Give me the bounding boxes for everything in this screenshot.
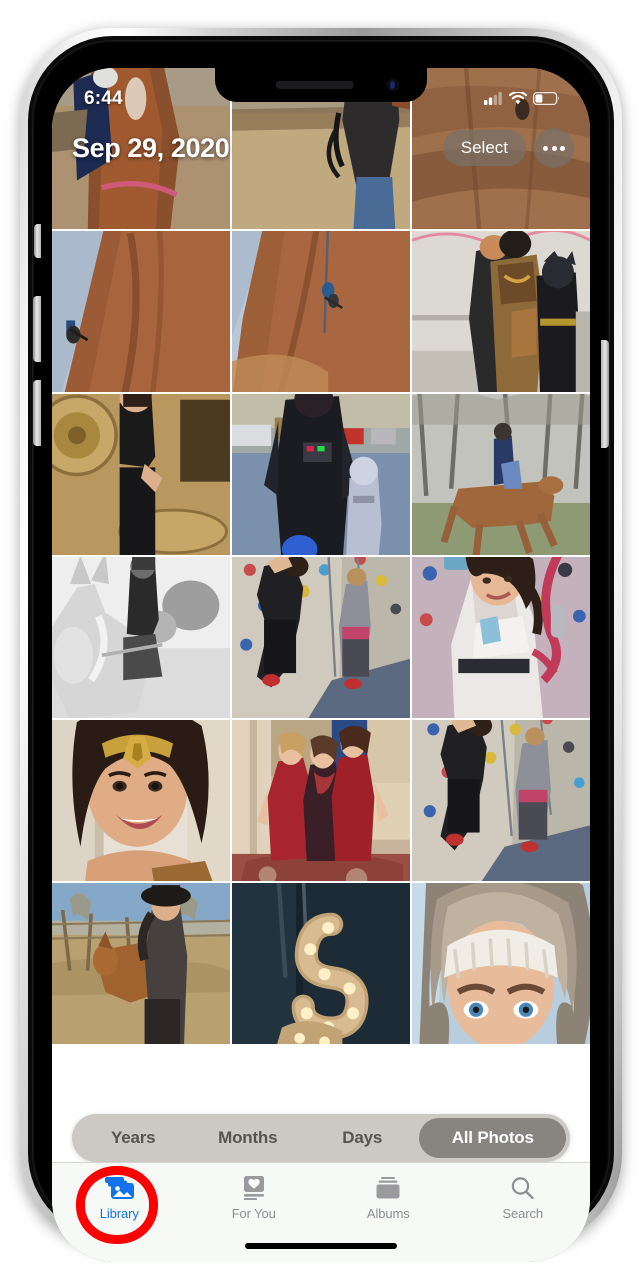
- phone-screen: 6:44 Sep 29, 2020 Select Years Months Da…: [52, 68, 590, 1262]
- photo-grid[interactable]: [52, 68, 590, 1262]
- tab-search[interactable]: Search: [456, 1174, 591, 1221]
- search-icon: [510, 1174, 535, 1202]
- more-options-button[interactable]: [534, 128, 574, 168]
- tab-albums[interactable]: Albums: [321, 1174, 456, 1221]
- front-camera-icon: [387, 79, 399, 91]
- header-bar: Sep 29, 2020 Select: [52, 114, 590, 182]
- tab-for-you[interactable]: For You: [187, 1174, 322, 1221]
- segment-all-photos[interactable]: All Photos: [419, 1118, 566, 1158]
- photo-thumbnail[interactable]: [232, 883, 410, 1044]
- earpiece-speaker: [275, 81, 354, 89]
- volume-down-button[interactable]: [33, 380, 41, 446]
- ellipsis-dot: [543, 145, 548, 151]
- tab-label-albums: Albums: [366, 1206, 410, 1221]
- photo-thumbnail[interactable]: [412, 231, 590, 392]
- timeline-segmented-control[interactable]: Years Months Days All Photos: [72, 1114, 570, 1162]
- photo-thumbnail[interactable]: [232, 557, 410, 718]
- tab-label-library: Library: [99, 1206, 139, 1221]
- photo-thumbnail[interactable]: [412, 720, 590, 881]
- header-actions: Select: [442, 128, 574, 168]
- volume-up-button[interactable]: [33, 296, 41, 362]
- tab-library[interactable]: Library: [52, 1174, 187, 1221]
- notch: [215, 68, 427, 102]
- select-button[interactable]: Select: [442, 130, 526, 166]
- photo-thumbnail[interactable]: [52, 231, 230, 392]
- phone-frame: 6:44 Sep 29, 2020 Select Years Months Da…: [20, 28, 622, 1262]
- photo-library-icon: [104, 1174, 134, 1202]
- segment-months[interactable]: Months: [190, 1118, 304, 1158]
- power-button[interactable]: [601, 340, 609, 448]
- tab-label-search: Search: [502, 1206, 544, 1221]
- heart-card-icon: [241, 1174, 267, 1202]
- photo-thumbnail[interactable]: [52, 394, 230, 555]
- photo-thumbnail[interactable]: [52, 883, 230, 1044]
- photo-thumbnail[interactable]: [412, 394, 590, 555]
- albums-stack-icon: [375, 1174, 401, 1202]
- photo-thumbnail[interactable]: [232, 720, 410, 881]
- photo-thumbnail[interactable]: [412, 883, 590, 1044]
- segment-days[interactable]: Days: [305, 1118, 419, 1158]
- photo-thumbnail[interactable]: [52, 557, 230, 718]
- segment-years[interactable]: Years: [76, 1118, 190, 1158]
- tab-label-for-you: For You: [231, 1206, 276, 1221]
- page-title: Sep 29, 2020: [72, 132, 230, 163]
- silent-switch[interactable]: [34, 224, 41, 258]
- photo-thumbnail[interactable]: [412, 557, 590, 718]
- ellipsis-dot: [551, 145, 557, 151]
- photo-thumbnail[interactable]: [52, 720, 230, 881]
- home-indicator[interactable]: [245, 1243, 397, 1249]
- photo-thumbnail[interactable]: [232, 394, 410, 555]
- ellipsis-dot: [560, 145, 565, 151]
- photo-thumbnail[interactable]: [232, 231, 410, 392]
